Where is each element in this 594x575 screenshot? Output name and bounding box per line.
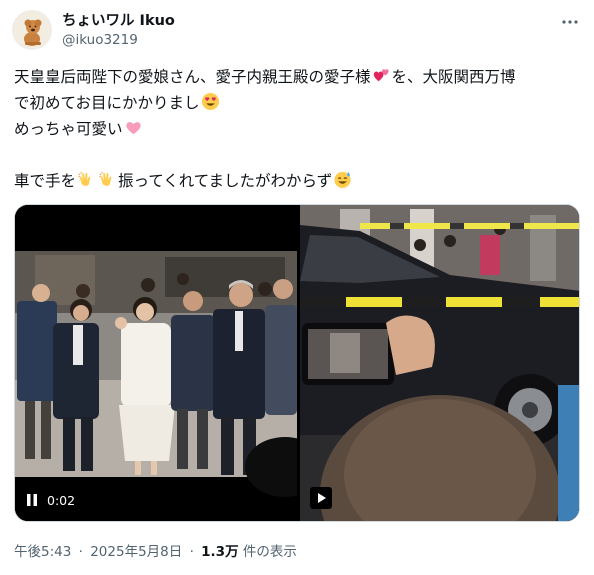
video-duration: 0:02 xyxy=(47,492,76,508)
view-count: 1.3万 xyxy=(201,544,239,560)
play-icon[interactable] xyxy=(310,487,332,509)
tweet-text-segment: 天皇皇后両陛下の愛娘さん、愛子内親王殿の愛子様 xyxy=(14,68,371,86)
pause-icon[interactable] xyxy=(25,493,39,507)
video-1-control[interactable]: 0:02 xyxy=(25,489,75,511)
tweet-card: ちょいワル Ikuo @ikuo3219 天皇皇后両陛下の愛娘さん、愛子内親王殿… xyxy=(0,0,594,575)
tweet-text-segment: めっちゃ可愛い xyxy=(14,120,123,138)
tweet-line: 車で手を 振ってくれてましたがわからず xyxy=(14,168,580,194)
tweet-text-segment: を、大阪関西万博 xyxy=(391,68,516,86)
meta-separator: · xyxy=(78,544,83,560)
author-display-name[interactable]: ちょいワル Ikuo xyxy=(62,12,175,31)
more-options-icon[interactable] xyxy=(560,12,580,32)
video-player-1[interactable]: 0:02 xyxy=(15,205,297,521)
author-handle[interactable]: @ikuo3219 xyxy=(62,31,175,50)
meta-separator: · xyxy=(189,544,194,560)
media-grid: 0:02 xyxy=(14,204,580,522)
tweet-line: で初めてお目にかかりまし xyxy=(14,90,580,116)
tweet-text-segment: 車で手を xyxy=(14,172,77,190)
clapping-hands-emoji xyxy=(98,170,117,189)
poodle-avatar-icon[interactable] xyxy=(12,10,52,50)
tweet-meta: 午後5:43 · 2025年5月8日 · 1.3万 件の表示 xyxy=(14,540,297,560)
clapping-hands-emoji xyxy=(77,170,96,189)
tweet-line: めっちゃ可愛い xyxy=(14,116,580,142)
tweet-date[interactable]: 2025年5月8日 xyxy=(90,544,182,560)
heart-eyes-emoji xyxy=(201,92,220,111)
pink-heart-emoji xyxy=(124,118,143,137)
tweet-text-segment: 振ってくれてましたがわからず xyxy=(118,172,333,190)
two-hearts-emoji xyxy=(372,66,391,85)
author-names: ちょいワル Ikuo @ikuo3219 xyxy=(62,12,175,50)
tweet-header: ちょいワル Ikuo @ikuo3219 xyxy=(12,10,582,54)
video-2-frame xyxy=(300,205,579,521)
tweet-time[interactable]: 午後5:43 xyxy=(14,544,71,560)
video-1-frame xyxy=(15,205,297,521)
tweet-text-segment: で初めてお目にかかりまし xyxy=(14,94,200,112)
video-player-2[interactable] xyxy=(300,205,579,521)
tweet-body: 天皇皇后両陛下の愛娘さん、愛子内親王殿の愛子様 を、大阪関西万博 で初めてお目にか… xyxy=(14,64,580,194)
sweat-smile-emoji xyxy=(333,170,352,189)
view-count-label: 件の表示 xyxy=(242,544,297,560)
tweet-line: 天皇皇后両陛下の愛娘さん、愛子内親王殿の愛子様 を、大阪関西万博 xyxy=(14,64,580,90)
